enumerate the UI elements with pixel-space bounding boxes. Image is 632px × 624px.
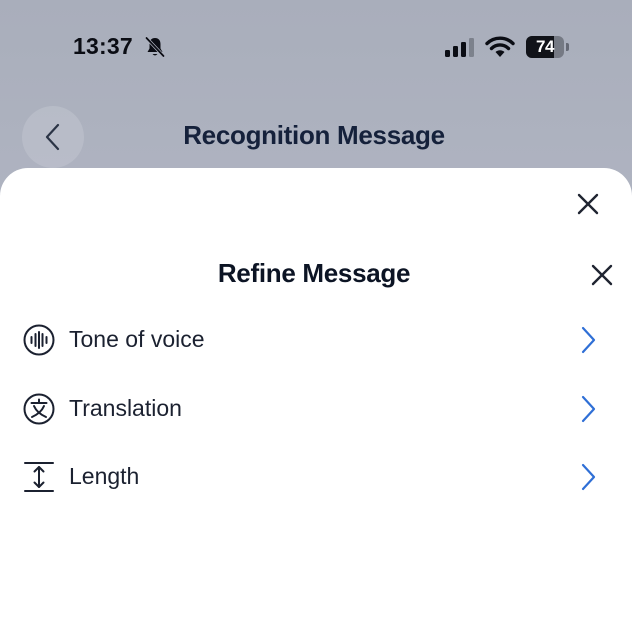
sheet-title: Refine Message <box>217 258 411 288</box>
chevron-right-icon <box>581 326 596 354</box>
close-icon[interactable] <box>588 261 616 289</box>
nav-bar: Recognition Message <box>0 100 632 170</box>
sound-wave-icon <box>23 324 55 356</box>
option-translation[interactable]: Translation <box>0 381 632 435</box>
option-label: Tone of voice <box>69 326 205 352</box>
battery-body: 74 <box>526 36 564 58</box>
option-label: Translation <box>69 395 182 421</box>
option-label: Length <box>69 463 140 489</box>
chevron-right-icon <box>581 395 596 423</box>
option-length[interactable]: Length <box>0 449 632 503</box>
translate-icon <box>23 393 55 425</box>
bell-slash-icon <box>144 36 166 58</box>
battery-nub <box>566 43 569 51</box>
chevron-right-icon <box>581 463 596 491</box>
text-height-icon <box>24 462 54 492</box>
close-icon[interactable] <box>574 190 602 218</box>
cellular-signal-icon <box>445 38 474 57</box>
wifi-icon <box>485 36 515 57</box>
status-bar: 13:37 74 <box>0 0 632 92</box>
battery-level: 74 <box>536 37 554 56</box>
refine-message-sheet: Refine Message Tone of voice Translation <box>0 168 632 624</box>
status-time: 13:37 <box>73 33 133 59</box>
battery-icon: 74 <box>526 36 570 58</box>
page-title: Recognition Message <box>183 120 445 150</box>
option-tone-of-voice[interactable]: Tone of voice <box>0 312 632 366</box>
